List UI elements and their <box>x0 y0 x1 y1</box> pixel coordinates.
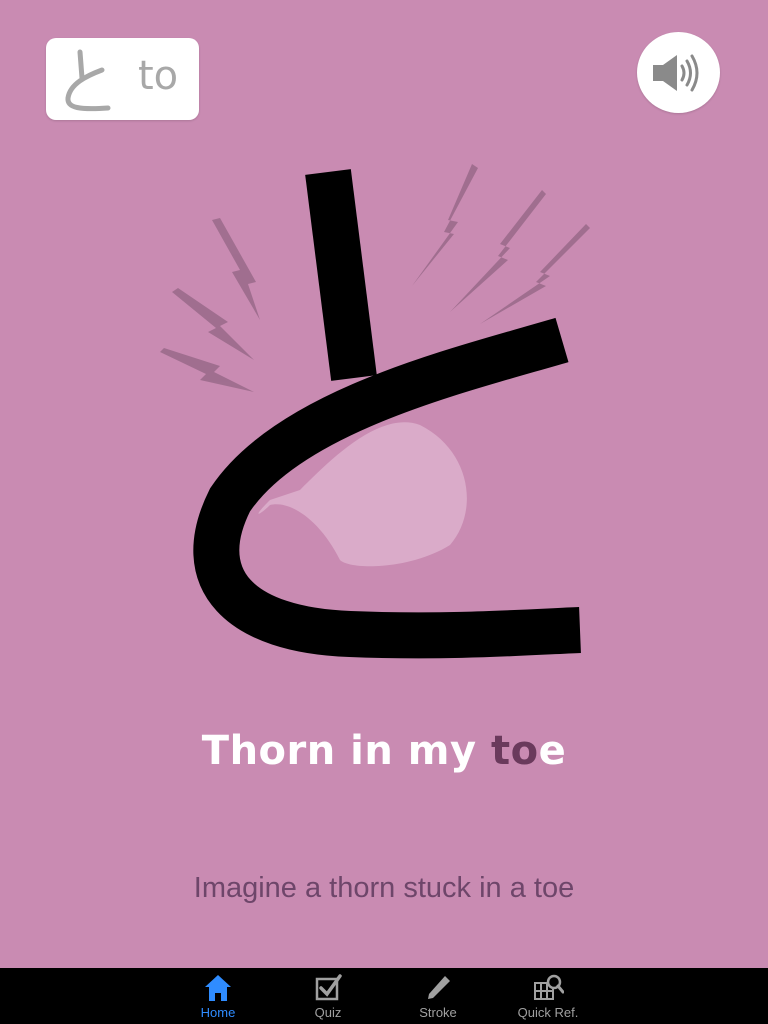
mnemonic-description: Imagine a thorn stuck in a toe <box>193 872 575 904</box>
tab-stroke[interactable]: Stroke <box>388 968 488 1024</box>
kana-glyph-drawing <box>65 49 111 112</box>
pain-lightning-left-icon <box>160 218 260 392</box>
sound-button[interactable] <box>637 32 720 113</box>
tab-quick-ref[interactable]: Quick Ref. <box>498 968 598 1024</box>
speaker-icon <box>653 54 699 92</box>
pain-lightning-right-icon <box>412 164 590 324</box>
mnemonic-text: Thorn in my <box>201 728 491 774</box>
tab-bar: Home Quiz Stroke Quick Ref. <box>0 968 768 1024</box>
romaji-label: to <box>138 53 179 99</box>
checkbox-icon <box>315 974 342 1001</box>
kana-card[interactable]: to <box>46 38 199 120</box>
home-icon <box>205 975 231 1001</box>
tab-home[interactable]: Home <box>168 968 268 1024</box>
grid-search-icon <box>534 974 564 1000</box>
tab-quick-ref-label: Quick Ref. <box>517 1005 579 1020</box>
tab-quiz-label: Quiz <box>314 1005 342 1020</box>
tab-home-label: Home <box>200 1005 236 1020</box>
kana-illustration <box>160 164 590 659</box>
mnemonic-highlight: to <box>490 728 539 774</box>
tab-stroke-label: Stroke <box>419 1005 457 1020</box>
mnemonic-suffix: e <box>538 728 567 774</box>
tab-quiz[interactable]: Quiz <box>278 968 378 1024</box>
pencil-icon <box>428 976 450 999</box>
mnemonic-title: Thorn in my toe <box>0 728 768 774</box>
